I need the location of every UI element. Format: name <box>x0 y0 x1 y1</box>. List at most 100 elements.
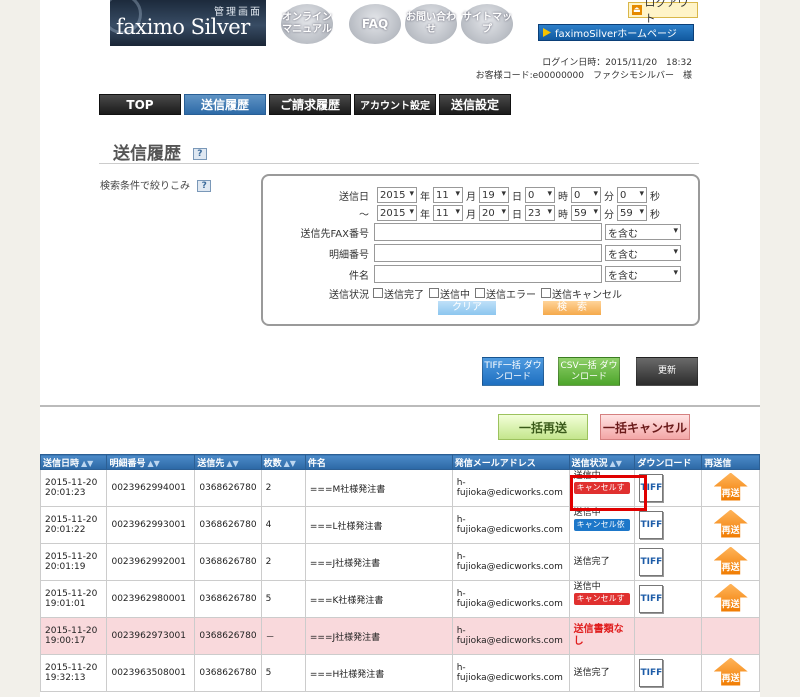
sort-icon: ▲▼ <box>81 458 94 468</box>
table-body: 2015-11-20 20:01:23 0023962994001 036862678… <box>39 469 760 692</box>
sent-datetime: 2015-11-20 20:01:23 <box>39 469 108 507</box>
destination: 0368626780 <box>194 580 262 618</box>
resend-button[interactable]: 再送 <box>713 657 748 686</box>
sitemap-button[interactable]: サイトマップ <box>461 4 513 44</box>
subject-input[interactable] <box>374 265 602 283</box>
checkbox-box <box>541 288 551 298</box>
help-icon[interactable]: ? <box>192 148 207 160</box>
status-complete-checkbox[interactable]: 送信完了 <box>373 286 424 301</box>
hour-unit: 時 <box>558 209 568 221</box>
filter-help-icon[interactable]: ? <box>197 180 212 192</box>
home-page-button[interactable]: faximoSilverホームページ <box>538 24 694 41</box>
to-year-select[interactable]: 2015 <box>377 205 417 221</box>
customer-code: お客様コード:e00000000 ファクシモシルバー 様 <box>475 71 692 81</box>
resend-label: 再送 <box>721 488 740 499</box>
status: 送信完了 <box>568 654 636 692</box>
subject: ===J社様発注書 <box>304 543 453 581</box>
tab-billing-history[interactable]: ご請求履歴 <box>269 94 351 115</box>
status-cancel-checkbox[interactable]: 送信キャンセル <box>541 286 622 301</box>
resend-button[interactable]: 再送 <box>713 472 748 501</box>
to-sec-select[interactable]: 59 <box>617 205 647 221</box>
sender-email: h-fujioka@edicworks.com <box>451 469 570 507</box>
fax-match-select[interactable]: を含む <box>605 224 681 240</box>
col-sent-datetime[interactable]: 送信日時 ▲▼ <box>39 454 108 470</box>
status-label: 送信状況 <box>329 289 369 301</box>
destination: 0368626780 <box>194 506 262 544</box>
table-row: 2015-11-20 19:01:01 0023962980001 036862678… <box>39 580 760 618</box>
tab-top[interactable]: TOP <box>99 94 181 115</box>
tab-account-settings[interactable]: アカウント設定 <box>354 94 436 115</box>
tiff-download-icon[interactable]: TIFF <box>639 511 664 539</box>
subject: ===J社様発注書 <box>304 617 453 655</box>
status-sending-checkbox[interactable]: 送信中 <box>429 286 470 301</box>
status-text: 送信完了 <box>573 557 610 567</box>
search-button[interactable]: 検 索 <box>543 301 601 315</box>
subject-match-select[interactable]: を含む <box>605 266 681 282</box>
fax-number-input[interactable] <box>374 223 602 241</box>
col-detail-number-label: 明細番号 <box>109 458 146 469</box>
date-tilde: ～ <box>359 209 369 221</box>
tiff-download-icon[interactable]: TIFF <box>639 659 664 687</box>
date-label: 送信日 <box>339 191 369 203</box>
col-detail-number[interactable]: 明細番号 ▲▼ <box>106 454 196 470</box>
search-panel: 送信日 2015 年 11 月 19 日 0 時 0 分 0 秒 ～ 2015 … <box>261 174 700 326</box>
from-sec-select[interactable]: 0 <box>617 187 647 203</box>
to-hour-select[interactable]: 23 <box>525 205 555 221</box>
faq-button[interactable]: FAQ <box>349 4 401 44</box>
min-unit: 分 <box>604 191 614 203</box>
section-divider <box>40 405 760 407</box>
resend-cell: 再送 <box>701 543 760 581</box>
detail-match-select[interactable]: を含む <box>605 245 681 261</box>
col-destination[interactable]: 送信先 ▲▼ <box>194 454 262 470</box>
tiff-download-icon[interactable]: TIFF <box>639 548 664 576</box>
tiff-download-icon[interactable]: TIFF <box>639 585 664 613</box>
sent-time: 20:01:19 <box>45 562 86 572</box>
to-day-select[interactable]: 20 <box>479 205 509 221</box>
tiff-bulk-download-button[interactable]: TIFF一括 ダウンロード <box>482 357 544 386</box>
logout-button[interactable]: ⏏ ログアウト <box>628 0 698 25</box>
year-unit: 年 <box>420 191 430 203</box>
sent-datetime: 2015-11-20 20:01:22 <box>39 506 108 544</box>
bulk-resend-button[interactable]: 一括再送 <box>498 414 588 440</box>
col-pages[interactable]: 枚数 ▲▼ <box>260 454 306 470</box>
cancel-requested-badge: キャンセル依頼中 <box>573 519 631 541</box>
csv-bulk-download-button[interactable]: CSV一括 ダウンロード <box>558 357 620 386</box>
sort-icon: ▲▼ <box>147 458 160 468</box>
clear-button[interactable]: クリア <box>438 301 496 315</box>
page-count: 2 <box>260 543 306 581</box>
status-row: 送信状況 送信完了 送信中 送信エラー 送信キャンセル <box>283 284 627 302</box>
hour-unit: 時 <box>558 191 568 203</box>
contact-button[interactable]: お問い合わせ <box>405 4 457 44</box>
logout-label: ログアウト <box>644 0 689 25</box>
subject: ===L社様発注書 <box>304 506 453 544</box>
cancel-button[interactable]: キャンセルする <box>573 593 631 615</box>
detail-number: 0023962994001 <box>106 469 196 507</box>
to-month-select[interactable]: 11 <box>433 205 463 221</box>
status-error-checkbox[interactable]: 送信エラー <box>475 286 536 301</box>
date-to-row: ～ 2015 年 11 月 20 日 23 時 59 分 59 秒 <box>283 204 663 222</box>
to-min-select[interactable]: 59 <box>571 205 601 221</box>
detail-number-input[interactable] <box>374 244 602 262</box>
sent-datetime: 2015-11-20 19:00:17 <box>39 617 108 655</box>
page-count: － <box>260 617 306 655</box>
sort-icon: ▲▼ <box>283 458 296 468</box>
subject: ===M社様発注書 <box>304 469 453 507</box>
from-day-select[interactable]: 19 <box>479 187 509 203</box>
resend-button[interactable]: 再送 <box>713 583 748 612</box>
from-month-select[interactable]: 11 <box>433 187 463 203</box>
from-hour-select[interactable]: 0 <box>525 187 555 203</box>
sender-email: h-fujioka@edicworks.com <box>451 580 570 618</box>
resend-button[interactable]: 再送 <box>713 546 748 575</box>
online-manual-button[interactable]: オンライン マニュアル <box>281 4 333 44</box>
from-year-select[interactable]: 2015 <box>377 187 417 203</box>
col-status[interactable]: 送信状況 ▲▼ <box>568 454 636 470</box>
refresh-button[interactable]: 更新 <box>636 357 698 386</box>
tab-send-settings[interactable]: 送信設定 <box>439 94 511 115</box>
from-min-select[interactable]: 0 <box>571 187 601 203</box>
tab-send-history[interactable]: 送信履歴 <box>184 94 266 115</box>
faximo-logo[interactable]: 管理画面 faximo Silver <box>110 0 266 46</box>
sender-email: h-fujioka@edicworks.com <box>451 654 570 692</box>
page-count: 2 <box>260 469 306 507</box>
bulk-cancel-button[interactable]: 一括キャンセル <box>600 414 690 440</box>
resend-button[interactable]: 再送 <box>713 509 748 538</box>
